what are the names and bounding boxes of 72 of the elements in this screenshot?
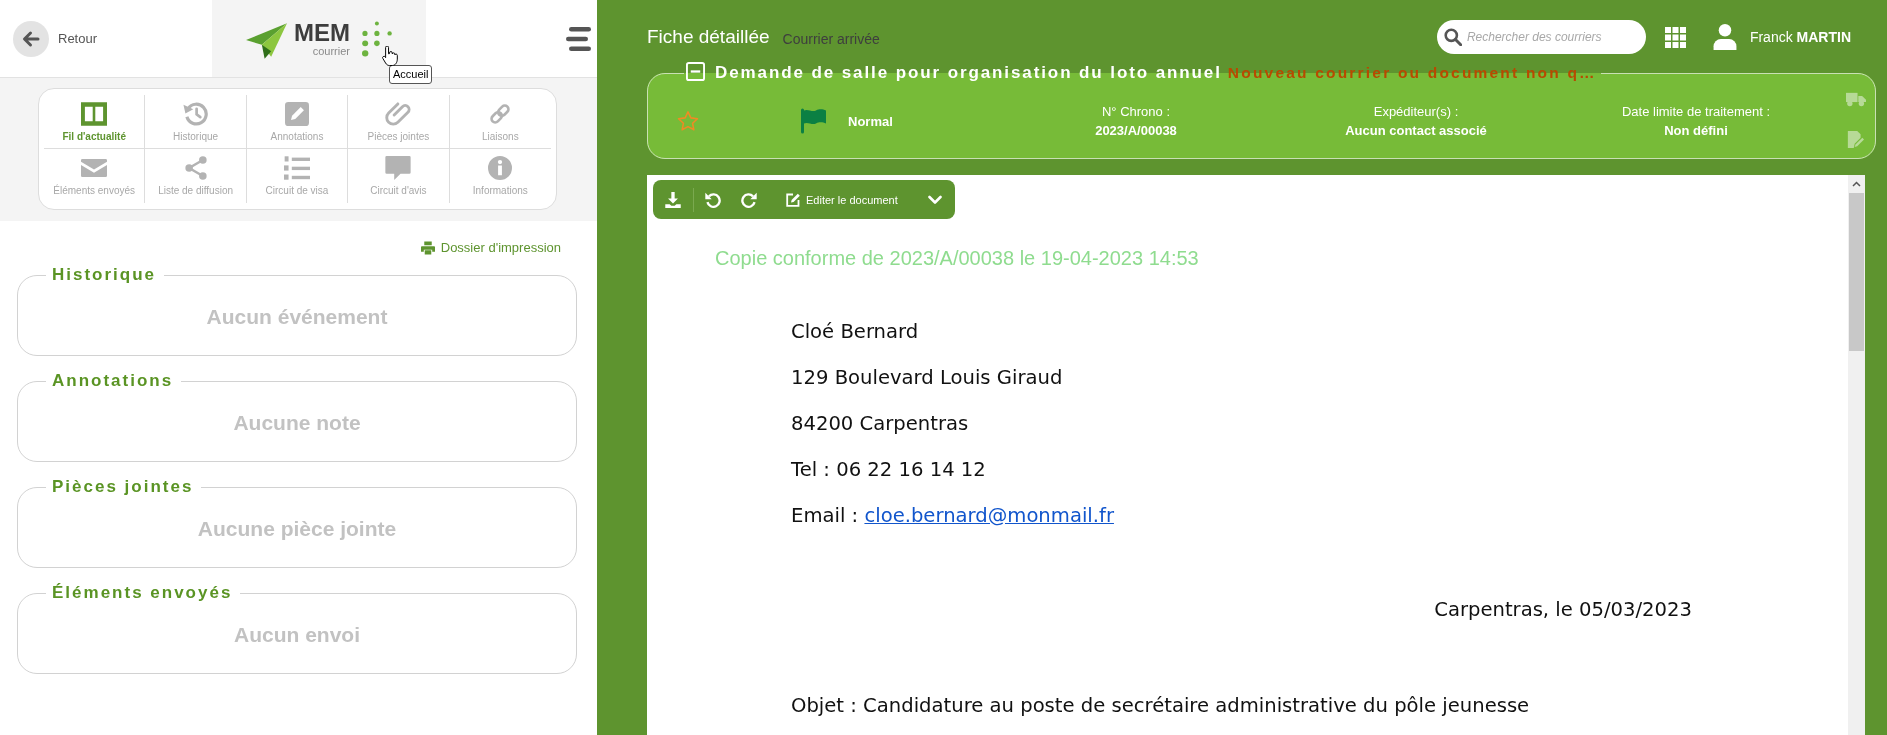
collapse-icon[interactable] <box>686 62 705 81</box>
edit-icon <box>785 191 801 208</box>
printer-icon <box>420 240 435 255</box>
download-icon[interactable] <box>665 191 681 208</box>
paperclip-icon <box>385 101 412 126</box>
star-icon[interactable] <box>677 110 699 132</box>
nav-tab[interactable]: Circuit de visa <box>246 149 349 203</box>
section-title: Annotations <box>51 371 175 391</box>
nav-tab[interactable]: Liste de diffusion <box>145 149 247 203</box>
copy-notice-text: Copie conforme de 2023/A/00038 le 19-04-2023 14:53 <box>715 246 1199 270</box>
redo-icon[interactable] <box>741 191 757 208</box>
empty-message: Aucune note <box>232 411 362 435</box>
address-line: Cloé Bernard <box>791 319 919 345</box>
field-label: Expéditeur(s) : <box>1373 103 1459 121</box>
priority-label: Normal <box>848 113 893 129</box>
address-line: 129 Boulevard Louis Giraud <box>791 365 1063 391</box>
nav-tab[interactable]: Liaisons <box>449 95 551 149</box>
page-subtitle: Courrier arrivée <box>782 30 880 47</box>
nav-tab[interactable]: Fil d'actualité <box>44 95 146 149</box>
speech-bubble-icon <box>385 156 412 180</box>
menu-icon <box>566 26 591 51</box>
mail-status: Nouveau courrier ou document non q… <box>1227 64 1597 81</box>
place-date: Carpentras, le 05/03/2023 <box>1434 598 1692 621</box>
mail-subject: Demande de salle pour organisation du loto annuel <box>715 63 1222 82</box>
scrollbar-thumb[interactable] <box>1849 193 1864 351</box>
edit-document-button[interactable]: Editer le document <box>785 191 898 208</box>
user-name[interactable]: Franck MARTIN <box>1749 29 1851 45</box>
undo-icon[interactable] <box>705 191 721 208</box>
empty-message: Aucune pièce jointe <box>196 517 398 541</box>
section-title: Pièces jointes <box>51 477 195 497</box>
field-value: Aucun contact associé <box>1345 122 1487 140</box>
paper-plane-icon <box>246 22 287 59</box>
columns-icon <box>81 101 108 126</box>
field-label: N° Chrono : <box>1101 103 1171 121</box>
nav-tab[interactable]: Historique <box>145 95 247 149</box>
search-icon <box>1443 28 1462 46</box>
field-value: 2023/A/00038 <box>1095 122 1177 140</box>
address-line: Tel : 06 22 16 14 12 <box>791 457 986 483</box>
tooltip: Accueil <box>389 65 433 84</box>
nav-tab[interactable]: Informations <box>449 149 551 203</box>
email-link[interactable]: cloe.bernard@monmail.fr <box>864 504 1114 527</box>
object-line: Objet : Candidature au poste de secrétaire administrative du pôle jeunesse <box>791 693 1530 719</box>
info-icon <box>487 156 514 180</box>
hand-cursor-icon <box>382 46 398 66</box>
empty-message: Aucun envoi <box>233 623 361 647</box>
address-line: 84200 Carpentras <box>791 411 969 437</box>
back-button[interactable]: Retour <box>0 0 212 77</box>
nav-tab[interactable]: Éléments envoyés <box>44 149 146 203</box>
print-link[interactable]: Dossier d'impression <box>420 240 561 255</box>
empty-message: Aucun événement <box>205 305 389 329</box>
nav-tab[interactable]: Pièces jointes <box>348 95 450 149</box>
section-title: Historique <box>51 265 158 285</box>
menu-button[interactable] <box>566 26 591 51</box>
numbered-list-icon <box>284 156 310 180</box>
page-title: Fiche détaillée <box>647 26 770 48</box>
nav-tab[interactable]: Circuit d'avis <box>348 149 450 203</box>
scrollbar[interactable] <box>1848 175 1865 735</box>
dots-icon <box>362 20 392 57</box>
search-field[interactable]: Rechercher des courriers <box>1436 20 1646 54</box>
chevron-up-icon[interactable] <box>1852 181 1861 187</box>
field-value: Non défini <box>1664 122 1728 140</box>
envelope-icon <box>81 156 108 180</box>
nav-tab[interactable]: Annotations <box>246 95 349 149</box>
flag-icon <box>800 108 826 134</box>
apps-grid-icon[interactable] <box>1664 26 1686 48</box>
pencil-square-icon <box>284 101 310 126</box>
section-title: Éléments envoyés <box>51 583 234 603</box>
field-label: Date limite de traitement : <box>1621 103 1771 121</box>
share-icon <box>182 156 209 180</box>
user-icon[interactable] <box>1712 24 1737 50</box>
history-icon <box>182 101 209 126</box>
email-line: Email : cloe.bernard@monmail.fr <box>791 503 1114 529</box>
